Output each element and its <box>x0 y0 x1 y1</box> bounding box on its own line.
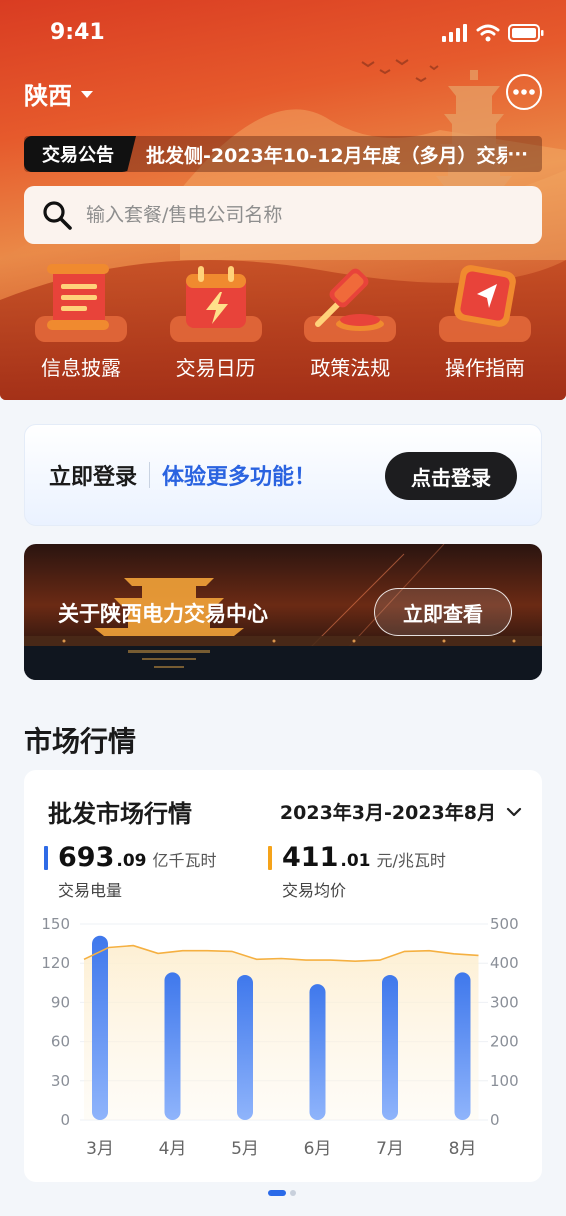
stat-value-dec: .01 <box>340 851 371 871</box>
login-prompt-card: 立即登录 体验更多功能！ 点击登录 <box>24 424 542 526</box>
x-axis-label: 8月 <box>449 1139 477 1159</box>
status-icons <box>442 24 544 42</box>
calendar-lightning-icon <box>156 258 276 344</box>
compass-icon <box>425 258 545 344</box>
right-axis-tick: 0 <box>490 1111 500 1129</box>
view-now-button[interactable]: 立即查看 <box>374 588 512 636</box>
quick-nav-policies[interactable]: 政策法规 <box>283 258 417 381</box>
x-axis-label: 7月 <box>376 1139 404 1159</box>
scroll-icon <box>21 258 141 344</box>
volume-bar[interactable] <box>309 984 326 1120</box>
left-axis-tick: 150 <box>41 915 70 933</box>
quick-nav: 信息披露 交易日历 政策法规 操作指南 <box>14 258 552 381</box>
left-axis-tick: 120 <box>41 954 70 972</box>
stat-unit: 亿千瓦时 <box>152 851 217 870</box>
stat-label: 交易均价 <box>282 881 347 900</box>
right-axis-tick: 500 <box>490 915 519 933</box>
search-icon <box>43 201 72 230</box>
signal-icon <box>442 24 467 42</box>
about-title: 关于陕西电力交易中心 <box>58 602 268 626</box>
quick-nav-label: 政策法规 <box>310 356 391 380</box>
more-dots-icon <box>513 89 535 95</box>
market-card: 批发市场行情 2023年3月-2023年8月 693 .09 亿千瓦时 交易电量… <box>24 770 542 1182</box>
left-axis-tick: 90 <box>51 993 70 1011</box>
quick-nav-label: 操作指南 <box>444 356 525 380</box>
stat-unit: 元/兆瓦时 <box>376 851 446 870</box>
left-axis-tick: 0 <box>60 1111 70 1129</box>
stat-value-int: 411 <box>282 842 339 873</box>
market-section-title: 市场行情 <box>24 725 137 758</box>
login-title: 立即登录 <box>49 465 138 490</box>
region-label: 陕西 <box>24 82 72 110</box>
x-axis-label: 4月 <box>159 1139 187 1159</box>
quick-nav-trading-calendar[interactable]: 交易日历 <box>149 258 283 381</box>
stat-color-bar <box>268 846 272 870</box>
search-input[interactable] <box>86 204 506 226</box>
x-axis-label: 5月 <box>231 1139 259 1159</box>
login-button[interactable]: 点击登录 <box>385 452 517 500</box>
search-bar[interactable] <box>24 186 542 244</box>
stat-avg-price: 411 .01 元/兆瓦时 交易均价 <box>268 842 446 901</box>
volume-bar[interactable] <box>92 935 108 1120</box>
quick-nav-label: 交易日历 <box>175 356 256 380</box>
stat-value-dec: .09 <box>116 851 147 871</box>
announcement-ellipsis: ··· <box>507 143 528 165</box>
login-divider <box>149 462 151 488</box>
chevron-down-icon <box>506 807 522 816</box>
volume-bar[interactable] <box>454 972 471 1120</box>
status-bar: 9:41 <box>0 0 566 70</box>
quick-nav-info-disclosure[interactable]: 信息披露 <box>14 258 148 381</box>
volume-bar[interactable] <box>382 974 398 1120</box>
right-axis-tick: 400 <box>490 954 519 972</box>
market-card-title: 批发市场行情 <box>48 800 192 828</box>
market-chart: 150120906030050040030020010003月 4月 5月 6月 7月 8… <box>41 915 519 1159</box>
gavel-icon <box>290 258 410 344</box>
stat-color-bar <box>44 846 48 870</box>
right-axis-tick: 300 <box>490 993 519 1011</box>
x-axis-label: 3月 <box>86 1139 114 1159</box>
right-axis-tick: 200 <box>490 1033 519 1051</box>
about-banner[interactable]: 关于陕西电力交易中心 立即查看 <box>24 544 542 680</box>
quick-nav-guide[interactable]: 操作指南 <box>418 258 552 381</box>
region-selector[interactable]: 陕西 <box>24 76 94 111</box>
left-axis-tick: 60 <box>51 1033 70 1051</box>
page-indicator <box>268 1190 296 1196</box>
announcement-bar[interactable]: 交易公告 批发侧-2023年10-12月年度（多月）交易 ··· <box>24 136 542 172</box>
right-axis-tick: 100 <box>490 1072 519 1090</box>
caret-down-icon <box>81 90 93 98</box>
price-area <box>84 945 479 1120</box>
messages-button[interactable] <box>506 74 542 110</box>
hero-header: 9:41 陕西 交易公告 批发侧-2023年10-12月年度（多月）交易 ···… <box>0 0 566 400</box>
x-axis-label: 6月 <box>304 1139 332 1159</box>
status-time: 9:41 <box>50 20 105 45</box>
page-dot <box>290 1190 296 1196</box>
announcement-text: 批发侧-2023年10-12月年度（多月）交易 <box>146 144 508 167</box>
quick-nav-label: 信息披露 <box>41 356 121 380</box>
page-dot-active <box>268 1190 286 1196</box>
login-subtitle: 体验更多功能！ <box>162 465 317 490</box>
volume-bar[interactable] <box>237 974 253 1120</box>
stat-value-int: 693 <box>58 842 115 873</box>
volume-bar[interactable] <box>164 972 181 1120</box>
period-label: 2023年3月-2023年8月 <box>279 802 496 824</box>
left-axis-tick: 30 <box>51 1072 70 1090</box>
battery-icon <box>508 24 544 42</box>
stat-label: 交易电量 <box>58 881 123 900</box>
stat-volume: 693 .09 亿千瓦时 交易电量 <box>44 842 217 901</box>
period-selector[interactable]: 2023年3月-2023年8月 <box>280 798 522 825</box>
announcement-tag: 交易公告 <box>24 136 136 172</box>
wifi-icon <box>476 24 500 42</box>
